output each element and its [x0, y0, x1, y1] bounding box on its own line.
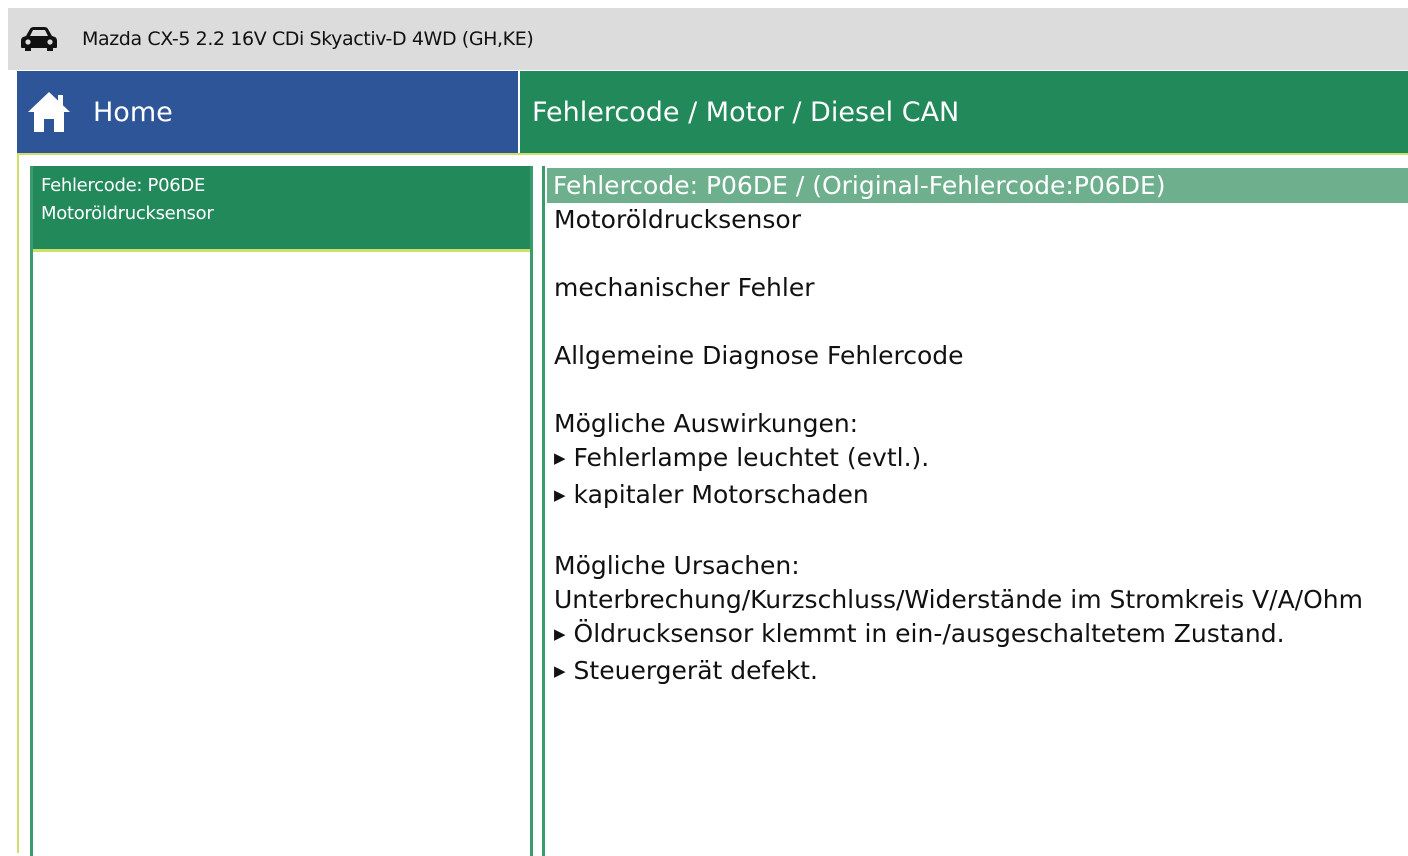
breadcrumb-text: Fehlercode / Motor / Diesel CAN: [532, 96, 960, 128]
fault-type: mechanischer Fehler: [554, 273, 815, 302]
vehicle-title: Mazda CX-5 2.2 16V CDi Skyactiv-D 4WD (G…: [82, 28, 534, 50]
detail-body: Motoröldrucksensor mechanischer Fehler A…: [545, 203, 1408, 691]
effects-heading: Mögliche Auswirkungen:: [554, 409, 859, 438]
effect-item: Fehlerlampe leuchtet (evtl.).: [554, 441, 1408, 478]
cause-item: Öldrucksensor klemmt in ein-/ausgeschalt…: [554, 617, 1408, 654]
effect-item: kapitaler Motorschaden: [554, 478, 1408, 515]
list-item-selected[interactable]: Fehlercode: P06DE Motoröldrucksensor: [33, 166, 530, 252]
home-label: Home: [93, 96, 173, 128]
fault-code-label: Fehlercode: P06DE: [41, 175, 206, 196]
home-button[interactable]: Home: [17, 71, 520, 153]
causes-intro: Unterbrechung/Kurzschluss/Widerstände im…: [554, 585, 1363, 614]
navigation-bar: Home Fehlercode / Motor / Diesel CAN: [17, 71, 1408, 153]
fault-code-list: Fehlercode: P06DE Motoröldrucksensor: [30, 166, 533, 856]
home-icon: [25, 89, 73, 135]
title-bar: Mazda CX-5 2.2 16V CDi Skyactiv-D 4WD (G…: [8, 8, 1408, 70]
fault-category: Allgemeine Diagnose Fehlercode: [554, 341, 964, 370]
detail-header: Fehlercode: P06DE / (Original-Fehlercode…: [547, 168, 1408, 203]
fault-name-label: Motoröldrucksensor: [41, 203, 214, 224]
detail-title: Motoröldrucksensor: [554, 205, 801, 234]
cause-item: Steuergerät defekt.: [554, 654, 1408, 691]
fault-detail-panel: Fehlercode: P06DE / (Original-Fehlercode…: [542, 166, 1408, 856]
causes-heading: Mögliche Ursachen:: [554, 551, 800, 580]
car-icon: [20, 25, 60, 53]
breadcrumb: Fehlercode / Motor / Diesel CAN: [520, 71, 1408, 153]
